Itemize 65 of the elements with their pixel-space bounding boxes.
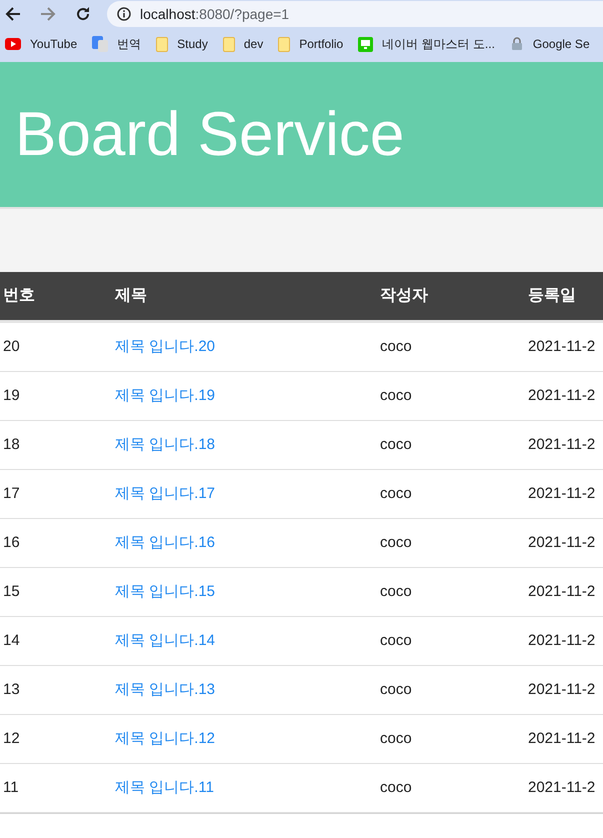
table-cell: 2021-11-2 [528,484,596,502]
table-cell: coco [380,534,412,551]
column-header: 등록일 [528,287,576,304]
table-cell: 14 [3,632,20,649]
bookmark[interactable]: 네이버 웹마스터 도... [353,35,505,53]
table-cell: 2021-11-2 [528,534,596,551]
site-title: Board Service [15,104,404,166]
column-header: 작성자 [380,287,428,304]
table-cell: 11 [3,778,19,796]
bookmark[interactable]: dev [218,35,274,53]
table-cell: 2021-11-2 [528,680,596,698]
forward-arrow-icon[interactable] [40,6,56,22]
folder-icon [222,36,235,52]
post-title-link[interactable]: 제목 입니다.14 [115,632,216,649]
post-title-link[interactable]: 제목 입니다.11 [115,778,214,796]
translate-icon [92,36,108,52]
table-cell: 2021-11-2 [528,778,596,796]
table-cell: 20 [3,338,20,355]
table-cell: 12 [3,730,20,747]
bookmark[interactable]: Study [151,35,218,53]
table-cell: 2021-11-2 [528,632,596,649]
table-cell: coco [380,338,412,355]
table-cell: 19 [3,386,20,404]
table-cell: 15 [3,582,20,600]
post-title-link[interactable]: 제목 입니다.18 [115,436,216,453]
back-arrow-icon[interactable] [5,6,21,22]
column-header: 번호 [3,287,35,304]
post-title-link[interactable]: 제목 입니다.12 [115,730,216,747]
lock-icon [510,37,524,51]
table-cell: 2021-11-2 [528,386,596,404]
post-title-link[interactable]: 제목 입니다.16 [115,534,216,551]
video-play-icon [5,38,21,50]
folder-icon [278,36,290,52]
column-header: 제목 [115,287,147,304]
info-icon [117,7,131,21]
table-cell: 2021-11-2 [528,338,596,355]
table-cell: 2021-11-2 [528,436,596,453]
table-cell: 2021-11-2 [528,730,596,747]
post-title-link[interactable]: 제목 입니다.13 [115,680,216,698]
table-cell: coco [380,730,412,747]
address-url: localhost:8080/?page=1 [140,4,290,24]
address-bar[interactable]: localhost:8080/?page=1 [107,1,603,27]
post-title-link[interactable]: 제목 입니다.17 [115,484,216,502]
table-cell: 18 [3,436,20,453]
bookmark[interactable]: YouTube [0,35,88,53]
post-title-link[interactable]: 제목 입니다.15 [115,582,216,600]
bookmark[interactable]: 번역 [87,35,152,53]
table-cell: coco [380,386,412,404]
table-cell: 16 [3,534,20,551]
post-title-link[interactable]: 제목 입니다.19 [115,386,216,404]
table-cell: coco [380,582,412,600]
folder-icon [156,36,168,52]
table-cell: 2021-11-2 [528,582,596,600]
table-cell: coco [380,436,412,453]
table-cell: 17 [3,484,20,502]
table-cell: coco [380,484,412,502]
table-cell: coco [380,778,412,796]
table-cell: coco [380,680,412,698]
table-cell: coco [380,632,412,649]
reload-icon[interactable] [75,6,91,22]
bookmark[interactable]: Portfolio [273,35,354,53]
monitor-icon [358,36,374,52]
post-title-link[interactable]: 제목 입니다.20 [115,338,216,355]
bookmark[interactable]: Google Se [504,35,600,53]
table-cell: 13 [3,680,20,698]
